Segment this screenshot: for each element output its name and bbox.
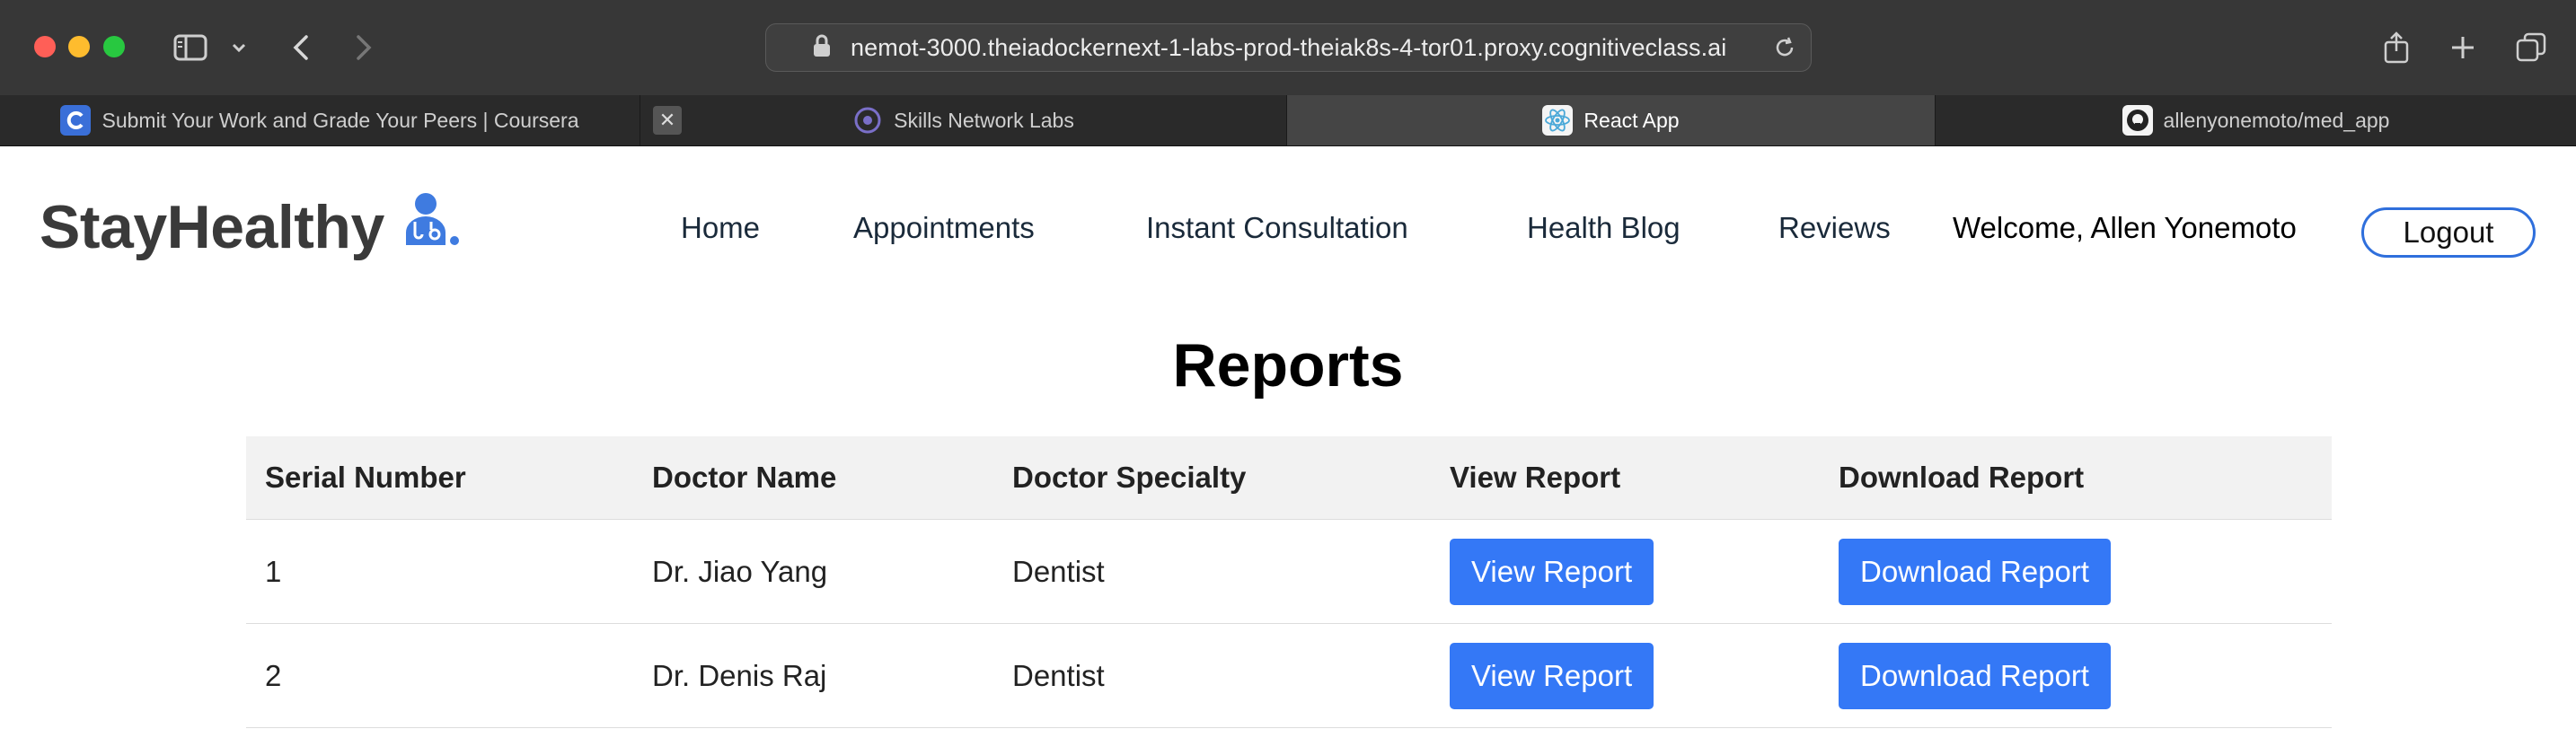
reload-icon[interactable] [1773,36,1796,64]
nav-reviews[interactable]: Reviews [1778,211,1891,245]
doctor-name-cell: Dr. Jiao Yang [633,519,993,624]
doctor-specialty-cell: Dentist [993,623,1431,728]
react-icon [1542,105,1574,136]
minimize-window-button[interactable] [68,36,90,57]
table-row: 1 Dr. Jiao Yang Dentist View Report Down… [246,519,2332,624]
column-header-serial-number: Serial Number [246,436,633,520]
close-window-button[interactable] [34,36,56,57]
download-report-cell: Download Report [1820,519,2332,624]
table-row: 2 Dr. Denis Raj Dentist View Report Down… [246,623,2332,728]
tab-label: React App [1584,108,1680,132]
forward-arrow-icon[interactable] [350,25,377,70]
table-header-row: Serial Number Doctor Name Doctor Special… [246,436,2332,520]
nav-instant-consultation[interactable]: Instant Consultation [1146,211,1408,245]
page-title: Reports [1172,331,1404,400]
view-report-cell: View Report [1431,623,1820,728]
download-report-cell: Download Report [1820,623,2332,728]
page-content: StayHealthy Home Appointments Instant Co… [0,146,2576,729]
tab-overview-icon[interactable] [2513,25,2549,70]
logo-text: StayHealthy [40,193,384,261]
github-icon [2122,105,2153,136]
tab-skills-network[interactable]: ✕ Skills Network Labs [640,95,1287,145]
sidebar-toggle-icon[interactable] [171,25,210,70]
tab-github[interactable]: allenyonemoto/med_app [1936,95,2576,145]
serial-number-cell: 1 [246,519,633,624]
tab-react-app[interactable]: React App [1287,95,1936,145]
doctor-specialty-cell: Dentist [993,519,1431,624]
serial-number-cell: 2 [246,623,633,728]
reports-table: Serial Number Doctor Name Doctor Special… [246,436,2332,728]
tab-label: Submit Your Work and Grade Your Peers | … [101,108,579,132]
nav-appointments[interactable]: Appointments [853,211,1035,245]
column-header-doctor-specialty: Doctor Specialty [993,436,1431,520]
column-header-view-report: View Report [1431,436,1820,520]
tab-coursera[interactable]: Submit Your Work and Grade Your Peers | … [0,95,640,145]
new-tab-icon[interactable] [2447,25,2479,70]
skills-network-icon [852,105,883,136]
view-report-cell: View Report [1431,519,1820,624]
view-report-button[interactable]: View Report [1450,642,1654,709]
tab-bar: Submit Your Work and Grade Your Peers | … [0,95,2576,146]
coursera-icon [60,105,92,136]
tab-label: Skills Network Labs [894,108,1074,132]
zoom-window-button[interactable] [103,36,125,57]
browser-titlebar: nemot-3000.theiadockernext-1-labs-prod-t… [0,0,2576,96]
chevron-down-icon[interactable] [230,25,248,70]
close-icon[interactable]: ✕ [653,106,682,135]
address-bar[interactable]: nemot-3000.theiadockernext-1-labs-prod-t… [765,23,1812,72]
download-report-button[interactable]: Download Report [1839,538,2111,605]
nav-health-blog[interactable]: Health Blog [1527,211,1681,245]
column-header-download-report: Download Report [1820,436,2332,520]
lock-icon [813,34,831,62]
site-logo[interactable]: StayHealthy [40,191,462,263]
welcome-text: Welcome, Allen Yonemoto [1953,211,2297,244]
view-report-button[interactable]: View Report [1450,538,1654,605]
share-icon[interactable] [2380,25,2413,70]
back-arrow-icon[interactable] [287,25,314,70]
url-text: nemot-3000.theiadockernext-1-labs-prod-t… [851,33,1727,61]
logout-button[interactable]: Logout [2361,207,2536,258]
nav-home[interactable]: Home [681,211,760,245]
download-report-button[interactable]: Download Report [1839,642,2111,709]
doctor-name-cell: Dr. Denis Raj [633,623,993,728]
tab-label: allenyonemoto/med_app [2163,108,2390,132]
doctor-stethoscope-icon [401,191,462,263]
column-header-doctor-name: Doctor Name [633,436,993,520]
